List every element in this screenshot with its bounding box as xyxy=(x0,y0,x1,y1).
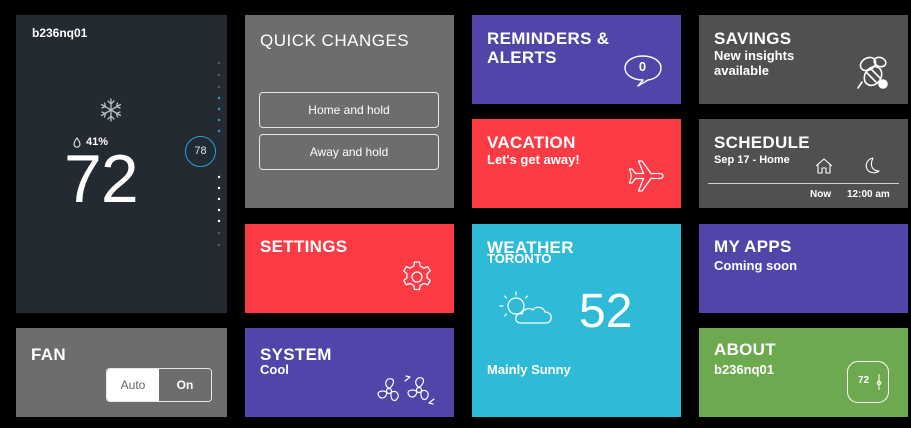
fan-icon xyxy=(374,373,440,407)
weather-condition: Mainly Sunny xyxy=(487,362,571,377)
gear-icon xyxy=(399,259,435,295)
home-icon xyxy=(814,157,834,175)
home-and-hold-button[interactable]: Home and hold xyxy=(259,92,439,128)
vacation-title: VACATION xyxy=(487,133,576,152)
schedule-timeline xyxy=(708,183,899,184)
fan-auto-option[interactable]: Auto xyxy=(107,369,159,401)
settings-tile[interactable]: SETTINGS xyxy=(245,224,454,313)
savings-tile[interactable]: SAVINGS New insights available xyxy=(699,15,908,104)
fan-title: FAN xyxy=(31,345,66,364)
savings-subtitle: New insights available xyxy=(714,48,795,78)
system-tile[interactable]: SYSTEM Cool xyxy=(245,328,454,417)
mini-thermostat-temp: 72 xyxy=(858,375,870,386)
weather-city: TORONTO xyxy=(487,251,552,266)
vacation-subtitle: Let's get away! xyxy=(487,152,580,167)
schedule-tile[interactable]: SCHEDULE Sep 17 - Home Now 12:00 am xyxy=(699,119,908,208)
schedule-subtitle: Sep 17 - Home xyxy=(714,154,790,166)
schedule-title: SCHEDULE xyxy=(714,133,810,152)
alert-count: 0 xyxy=(638,59,647,74)
quick-changes-tile: QUICK CHANGES Home and hold Away and hol… xyxy=(245,15,454,208)
savings-title: SAVINGS xyxy=(714,29,792,48)
moon-icon xyxy=(861,156,881,176)
fan-tile: FAN Auto On xyxy=(16,328,227,417)
fan-on-option[interactable]: On xyxy=(159,369,211,401)
weather-temperature: 52 xyxy=(579,285,633,338)
my-apps-tile[interactable]: MY APPS Coming soon xyxy=(699,224,908,313)
current-temperature: 72 xyxy=(64,141,139,217)
schedule-now-label: Now xyxy=(810,189,832,200)
snowflake-icon xyxy=(97,96,125,124)
schedule-next-time: 12:00 am xyxy=(847,189,890,200)
my-apps-title: MY APPS xyxy=(714,237,792,256)
about-device-name: b236nq01 xyxy=(714,362,774,377)
system-mode: Cool xyxy=(260,362,289,377)
setpoint-scale[interactable] xyxy=(213,15,225,313)
thermostat-panel[interactable]: b236nq01 41% 72 78 xyxy=(16,15,227,313)
reminders-title: REMINDERS & ALERTS xyxy=(487,29,610,67)
reminders-alerts-tile[interactable]: REMINDERS & ALERTS 0 xyxy=(472,15,681,104)
mini-scale-icon xyxy=(876,374,882,390)
about-tile[interactable]: ABOUT b236nq01 72 xyxy=(699,328,908,417)
my-apps-subtitle: Coming soon xyxy=(714,258,798,273)
partly-sunny-icon xyxy=(491,290,559,330)
settings-title: SETTINGS xyxy=(260,237,348,256)
device-name: b236nq01 xyxy=(32,26,88,40)
weather-tile[interactable]: WEATHER TORONTO 52 Mainly Sunny xyxy=(472,224,681,417)
airplane-icon xyxy=(627,156,667,196)
about-title: ABOUT xyxy=(714,340,776,359)
fan-mode-toggle[interactable]: Auto On xyxy=(106,368,212,402)
quick-changes-title: QUICK CHANGES xyxy=(260,31,410,50)
vacation-tile[interactable]: VACATION Let's get away! xyxy=(472,119,681,208)
setpoint-handle[interactable]: 78 xyxy=(185,136,216,167)
mini-thermostat-icon: 72 xyxy=(847,361,889,403)
away-and-hold-button[interactable]: Away and hold xyxy=(259,134,439,170)
bee-icon xyxy=(854,52,894,92)
